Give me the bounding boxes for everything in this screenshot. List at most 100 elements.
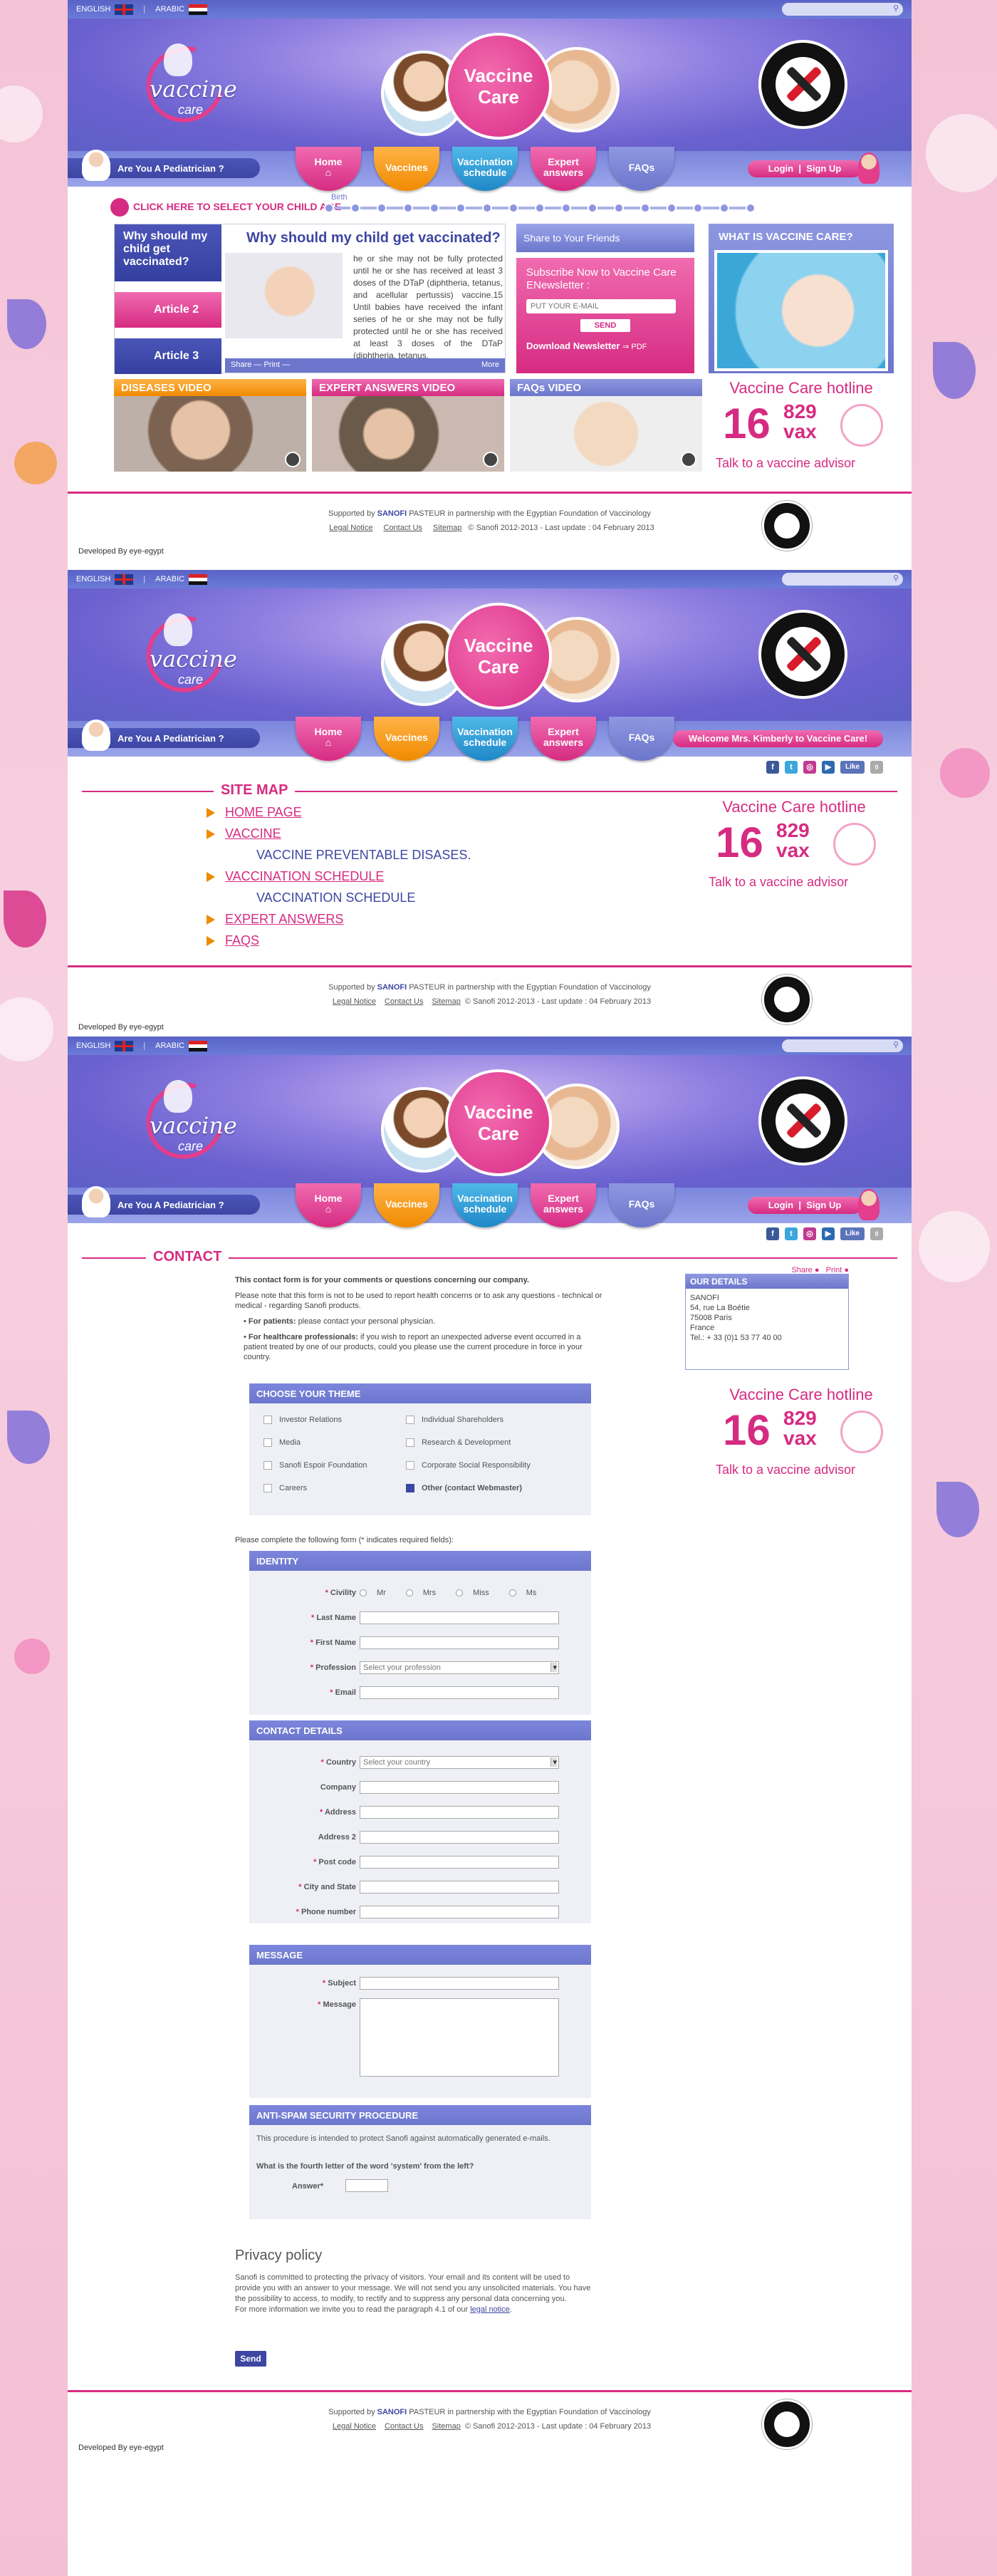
vaccine-care-logo[interactable]: vaccine care — [125, 602, 239, 707]
age-dot[interactable] — [614, 203, 624, 213]
lang-arabic-link[interactable]: ARABIC — [155, 1042, 184, 1050]
age-dot[interactable] — [535, 203, 545, 213]
what-is-vaccine-care[interactable]: WHAT IS VACCINE CARE? — [709, 224, 894, 373]
uk-flag-icon[interactable] — [115, 4, 134, 15]
age-dot[interactable] — [482, 203, 492, 213]
search-input[interactable]: ⚲ — [782, 1039, 903, 1052]
play-icon[interactable] — [285, 452, 301, 467]
radio-icon[interactable] — [508, 1589, 516, 1597]
pediatrician-button[interactable]: Are You A Pediatrician ? — [68, 1186, 260, 1217]
download-newsletter-link[interactable]: Download Newsletter ⇒ PDF — [526, 341, 684, 351]
civility-option[interactable]: Mrs — [405, 1589, 446, 1597]
login-signup-button[interactable]: Login | Sign Up — [748, 1197, 862, 1214]
vaccine-care-logo[interactable]: vaccine care — [125, 1069, 239, 1173]
checkbox-icon[interactable] — [263, 1438, 272, 1448]
instagram-icon[interactable]: ◎ — [803, 1227, 816, 1240]
play-icon[interactable] — [681, 452, 696, 467]
sitemap-link[interactable]: Sitemap — [432, 997, 460, 1006]
radio-icon[interactable] — [360, 1589, 367, 1597]
age-dot[interactable] — [456, 203, 466, 213]
civility-option[interactable]: Miss — [456, 1589, 499, 1597]
sitemap-item[interactable]: HOME PAGE — [207, 801, 471, 823]
newsletter-email-input[interactable] — [526, 299, 676, 313]
article-tab-1[interactable]: Why should my child get vaccinated? — [115, 224, 221, 281]
facebook-icon[interactable]: f — [766, 1227, 779, 1240]
video-diseases[interactable]: DISEASES VIDEO — [114, 379, 306, 472]
theme-option[interactable]: Corporate Social Responsibility — [406, 1461, 531, 1470]
age-dot[interactable] — [561, 203, 571, 213]
age-dot[interactable] — [719, 203, 729, 213]
twitter-icon[interactable]: t — [785, 1227, 798, 1240]
legal-notice-link[interactable]: Legal Notice — [333, 997, 376, 1006]
nav-vaccines[interactable]: Vaccines — [374, 147, 439, 191]
lang-arabic-link[interactable]: ARABIC — [155, 575, 184, 583]
nav-home[interactable]: Home ⌂ — [296, 717, 361, 761]
age-dot[interactable] — [746, 203, 756, 213]
nav-home[interactable]: Home ⌂ — [296, 147, 361, 191]
uk-flag-icon[interactable] — [115, 573, 134, 585]
pediatrician-button[interactable]: Are You A Pediatrician ? — [68, 720, 260, 751]
checkbox-icon[interactable] — [263, 1461, 272, 1470]
legal-notice-link[interactable]: legal notice — [470, 2305, 510, 2314]
lang-english-link[interactable]: ENGLISH — [76, 575, 110, 583]
sitemap-link[interactable]: Sitemap — [432, 2422, 460, 2431]
address-field[interactable] — [360, 1806, 559, 1819]
sitemap-item[interactable]: VACCINATION SCHEDULE — [207, 866, 471, 887]
age-dot[interactable] — [429, 203, 439, 213]
egypt-flag-icon[interactable] — [189, 573, 208, 585]
age-dot[interactable] — [324, 203, 334, 213]
sitemap-item[interactable]: FAQS — [207, 930, 471, 951]
nav-vaccines[interactable]: Vaccines — [374, 1183, 439, 1227]
checkbox-icon[interactable] — [406, 1461, 414, 1470]
theme-option[interactable]: Sanofi Espoir Foundation — [263, 1461, 367, 1470]
sitemap-item[interactable]: EXPERT ANSWERS — [207, 908, 471, 930]
lang-arabic-link[interactable]: ARABIC — [155, 5, 184, 14]
search-icon[interactable]: ⚲ — [893, 4, 899, 13]
age-dot[interactable] — [508, 203, 518, 213]
sitemap-item[interactable]: VACCINATION SCHEDULE — [207, 887, 471, 908]
city-field[interactable] — [360, 1881, 559, 1894]
age-dot[interactable] — [403, 203, 413, 213]
search-input[interactable]: ⚲ — [782, 3, 903, 16]
nav-schedule[interactable]: Vaccination schedule — [452, 1183, 518, 1227]
radio-icon[interactable] — [456, 1589, 464, 1597]
checkbox-icon[interactable] — [263, 1416, 272, 1425]
sitemap-item[interactable]: VACCINE PREVENTABLE DISASES. — [207, 844, 471, 866]
sitemap-item[interactable]: VACCINE — [207, 823, 471, 844]
sitemap-link[interactable]: Sitemap — [433, 524, 461, 532]
nav-schedule[interactable]: Vaccination schedule — [452, 147, 518, 191]
article-tab-2[interactable]: Article 2 — [115, 292, 221, 328]
contact-link[interactable]: Contact Us — [385, 2422, 423, 2431]
vaccine-care-logo[interactable]: vaccine care — [125, 32, 239, 137]
civility-radios[interactable]: Mr Mrs Miss Ms — [360, 1589, 556, 1597]
login-signup-button[interactable]: Login | Sign Up — [748, 160, 862, 177]
contact-link[interactable]: Contact Us — [385, 997, 423, 1006]
legal-notice-link[interactable]: Legal Notice — [329, 524, 372, 532]
theme-option[interactable]: Other (contact Webmaster) — [406, 1484, 522, 1493]
age-cta[interactable]: CLICK HERE TO SELECT YOUR CHILD AGE — [133, 201, 341, 212]
age-dot[interactable] — [588, 203, 597, 213]
nav-vaccines[interactable]: Vaccines — [374, 717, 439, 761]
age-dot[interactable] — [693, 203, 703, 213]
theme-option[interactable]: Research & Development — [406, 1438, 511, 1448]
lang-english-link[interactable]: ENGLISH — [76, 5, 110, 14]
email-field[interactable] — [360, 1686, 559, 1699]
address2-field[interactable] — [360, 1831, 559, 1844]
uk-flag-icon[interactable] — [115, 1040, 134, 1051]
video-expert[interactable]: EXPERT ANSWERS VIDEO — [312, 379, 504, 472]
postcode-field[interactable] — [360, 1856, 559, 1869]
age-selector[interactable]: CLICK HERE TO SELECT YOUR CHILD AGE Birt… — [110, 193, 815, 217]
twitter-icon[interactable]: t — [785, 761, 798, 774]
nav-expert-answers[interactable]: Expert answers — [531, 147, 596, 191]
last-name-field[interactable] — [360, 1611, 559, 1624]
company-field[interactable] — [360, 1781, 559, 1794]
checkbox-icon[interactable] — [406, 1416, 414, 1425]
youtube-icon[interactable]: ▶ — [822, 1227, 835, 1240]
message-textarea[interactable] — [360, 1998, 559, 2077]
antispam-answer-field[interactable] — [345, 2179, 388, 2192]
play-icon[interactable] — [483, 452, 499, 467]
newsletter-send-button[interactable]: SEND — [580, 319, 630, 332]
contact-link[interactable]: Contact Us — [384, 524, 422, 532]
welcome-banner[interactable]: Welcome Mrs. Kimberly to Vaccine Care! — [673, 730, 883, 747]
subject-field[interactable] — [360, 1977, 559, 1990]
